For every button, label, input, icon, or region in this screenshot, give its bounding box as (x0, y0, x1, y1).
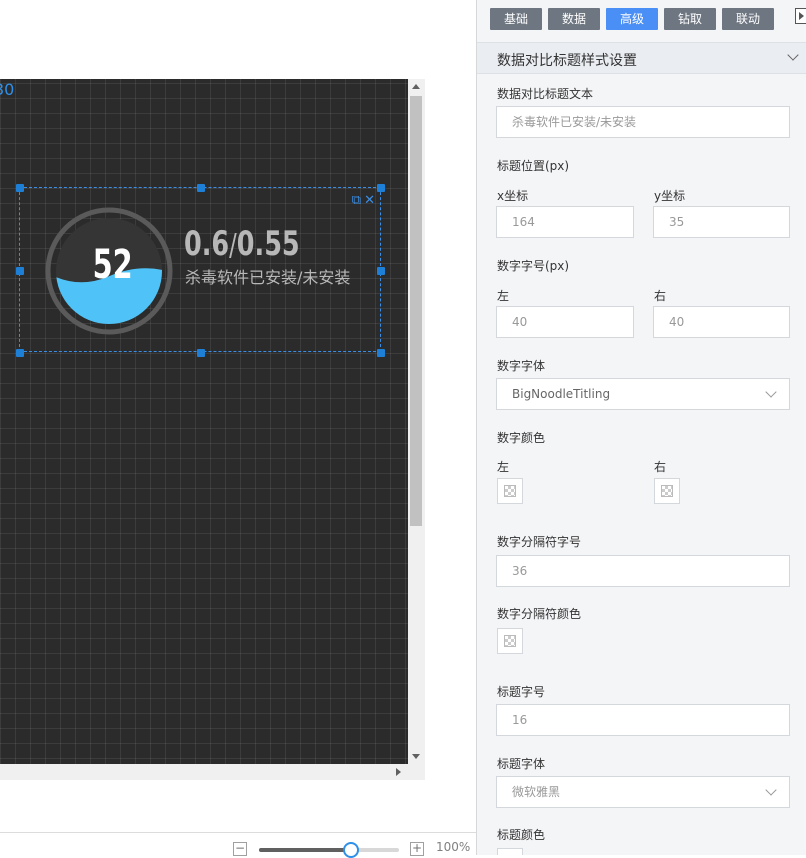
number-size-label: 数字字号(px) (497, 259, 570, 273)
title-color-label: 标题颜色 (497, 828, 546, 842)
title-text-input[interactable]: 杀毒软件已安装/未安装 (496, 106, 790, 138)
resize-handle-top-right[interactable] (377, 184, 385, 192)
number-size-right-label: 右 (654, 289, 667, 303)
resize-handle-top[interactable] (197, 184, 205, 192)
ratio-left: 0.6 (184, 224, 230, 264)
zoom-slider[interactable] (259, 842, 399, 858)
horizontal-scrollbar[interactable] (0, 764, 425, 780)
number-size-left-label: 左 (497, 289, 510, 303)
scroll-up-icon[interactable] (412, 84, 420, 89)
zoom-slider-fill (259, 848, 352, 852)
scroll-right-icon[interactable] (396, 768, 401, 776)
tab-advanced[interactable]: 高级 (606, 8, 658, 30)
resize-handle-left[interactable] (16, 267, 24, 275)
widget-toolbar: ⧉ ✕ (349, 194, 375, 207)
number-color-right-picker[interactable] (654, 478, 680, 504)
ratio-right: 0.55 (236, 224, 300, 264)
title-font-select[interactable]: 微软雅黑 (496, 776, 790, 808)
title-font-label: 标题字体 (497, 757, 546, 771)
number-color-label: 数字颜色 (497, 431, 546, 445)
y-coord-label: y坐标 (654, 189, 686, 203)
number-color-left-label: 左 (497, 460, 510, 474)
title-size-input[interactable]: 16 (496, 704, 790, 736)
zoom-bar: − + 100% (0, 832, 476, 858)
widget-title: 杀毒软件已安装/未安装 (185, 268, 351, 287)
chevron-down-icon (765, 386, 777, 398)
restore-icon[interactable]: ⧉ (352, 193, 361, 208)
number-size-right-input[interactable]: 40 (653, 306, 790, 338)
zoom-in-button[interactable]: + (410, 842, 424, 856)
resize-handle-right[interactable] (377, 267, 385, 275)
number-font-label: 数字字体 (497, 359, 546, 373)
tab-data[interactable]: 数据 (548, 8, 600, 30)
number-font-value: BigNoodleTitling (512, 387, 611, 401)
tabs-more-icon[interactable] (795, 8, 806, 24)
title-size-label: 标题字号 (497, 685, 546, 699)
design-canvas[interactable]: ⧉ ✕ 52 0.6/0.55 杀毒软件已安装/未安装 (0, 79, 408, 764)
number-font-select[interactable]: BigNoodleTitling (496, 378, 790, 410)
zoom-percent: 100% (436, 840, 471, 854)
vertical-scrollbar[interactable] (408, 79, 425, 764)
panel-tabs: 基础 数据 高级 钻取 联动 (477, 0, 806, 42)
zoom-out-button[interactable]: − (233, 842, 247, 856)
separator-size-label: 数字分隔符字号 (497, 535, 582, 549)
section-header[interactable]: 数据对比标题样式设置 (477, 42, 806, 74)
close-icon[interactable]: ✕ (364, 193, 375, 208)
section-title: 数据对比标题样式设置 (497, 53, 637, 69)
separator-color-picker[interactable] (497, 628, 523, 654)
x-coord-label: x坐标 (497, 189, 529, 203)
chevron-down-icon[interactable] (787, 49, 799, 61)
title-position-label: 标题位置(px) (497, 159, 570, 173)
tab-drill[interactable]: 钻取 (664, 8, 716, 30)
resize-handle-bottom[interactable] (197, 349, 205, 357)
number-color-left-picker[interactable] (497, 478, 523, 504)
x-coord-input[interactable]: 164 (496, 206, 634, 238)
title-color-picker[interactable] (497, 848, 523, 855)
zoom-slider-knob[interactable] (343, 842, 360, 858)
separator-color-label: 数字分隔符颜色 (497, 607, 582, 621)
resize-handle-bottom-left[interactable] (16, 349, 24, 357)
y-coord-input[interactable]: 35 (653, 206, 790, 238)
title-text-label: 数据对比标题文本 (497, 87, 594, 101)
ratio-value: 0.6/0.55 (184, 225, 300, 265)
property-panel: 基础 数据 高级 钻取 联动 数据对比标题样式设置 数据对比标题文本 杀毒软件已… (476, 0, 806, 855)
title-font-value: 微软雅黑 (512, 785, 561, 799)
tab-basic[interactable]: 基础 (490, 8, 542, 30)
number-size-left-input[interactable]: 40 (496, 306, 634, 338)
tab-linkage[interactable]: 联动 (722, 8, 774, 30)
gauge-value: 52 (92, 242, 133, 288)
ruler-coordinate: 30 (0, 80, 15, 99)
number-color-right-label: 右 (654, 460, 667, 474)
chevron-down-icon (765, 784, 777, 796)
selected-widget[interactable]: ⧉ ✕ 52 0.6/0.55 杀毒软件已安装/未安装 (16, 184, 385, 357)
separator-size-input[interactable]: 36 (496, 555, 790, 587)
design-area: ⧉✕ 52 0.6/0.55 杀毒软件已安装/未安装 30 − (0, 0, 476, 858)
scroll-down-icon[interactable] (412, 754, 420, 759)
scrollbar-thumb[interactable] (410, 96, 422, 526)
resize-handle-bottom-right[interactable] (377, 349, 385, 357)
resize-handle-top-left[interactable] (16, 184, 24, 192)
